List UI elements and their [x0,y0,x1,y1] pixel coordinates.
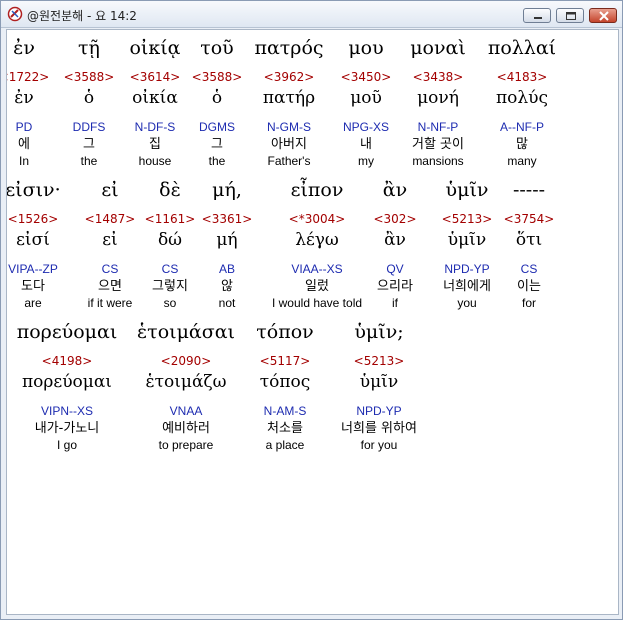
greek-word: ὑμῖν; [354,321,404,343]
lemma: ὅτι [515,230,543,250]
english-gloss: for you [360,438,398,452]
app-window: @원전분해 - 요 14:2 ἐν<1722>ἐνPD에Inτῇ<3588>ὁD… [0,0,623,620]
minimize-icon [534,17,542,19]
minimize-button[interactable] [523,8,551,23]
parse-code: A--NF-P [500,120,544,134]
title-bar[interactable]: @원전분해 - 요 14:2 [1,1,622,28]
app-icon[interactable] [7,6,23,22]
maximize-icon [566,12,576,20]
english-gloss: many [507,154,537,168]
korean-gloss: 많 [516,137,528,152]
word-column[interactable]: ----- <3754> ὅτι CS 이는 for [459,177,599,311]
greek-word: πολλαί [487,37,557,59]
close-icon [599,11,609,21]
strong-number[interactable]: <5213> [309,353,449,369]
close-button[interactable] [589,8,617,23]
lemma: πολύς [495,88,549,108]
parse-code: CS [520,262,538,276]
word-column[interactable]: πολλαί <4183> πολύς A--NF-P 많 many [452,35,592,169]
english-gloss: for [521,296,536,310]
lemma: ὑμῖν [359,372,399,392]
korean-gloss: 너희를 위하여 [341,421,417,436]
maximize-button[interactable] [556,8,584,23]
greek-word: ----- [512,179,546,201]
strong-number[interactable]: <3754> [459,211,599,227]
window-title: @원전분해 - 요 14:2 [27,9,137,23]
korean-gloss: 이는 [517,279,541,294]
word-column[interactable]: ὑμῖν; <5213> ὑμῖν NPD-YP 너희를 위하여 for you [309,319,449,453]
parse-code: NPD-YP [356,404,402,418]
strong-number[interactable]: <4183> [452,69,592,85]
parsing-panel[interactable]: ἐν<1722>ἐνPD에Inτῇ<3588>ὁDDFS그theοἰκίᾳ<36… [6,29,619,615]
